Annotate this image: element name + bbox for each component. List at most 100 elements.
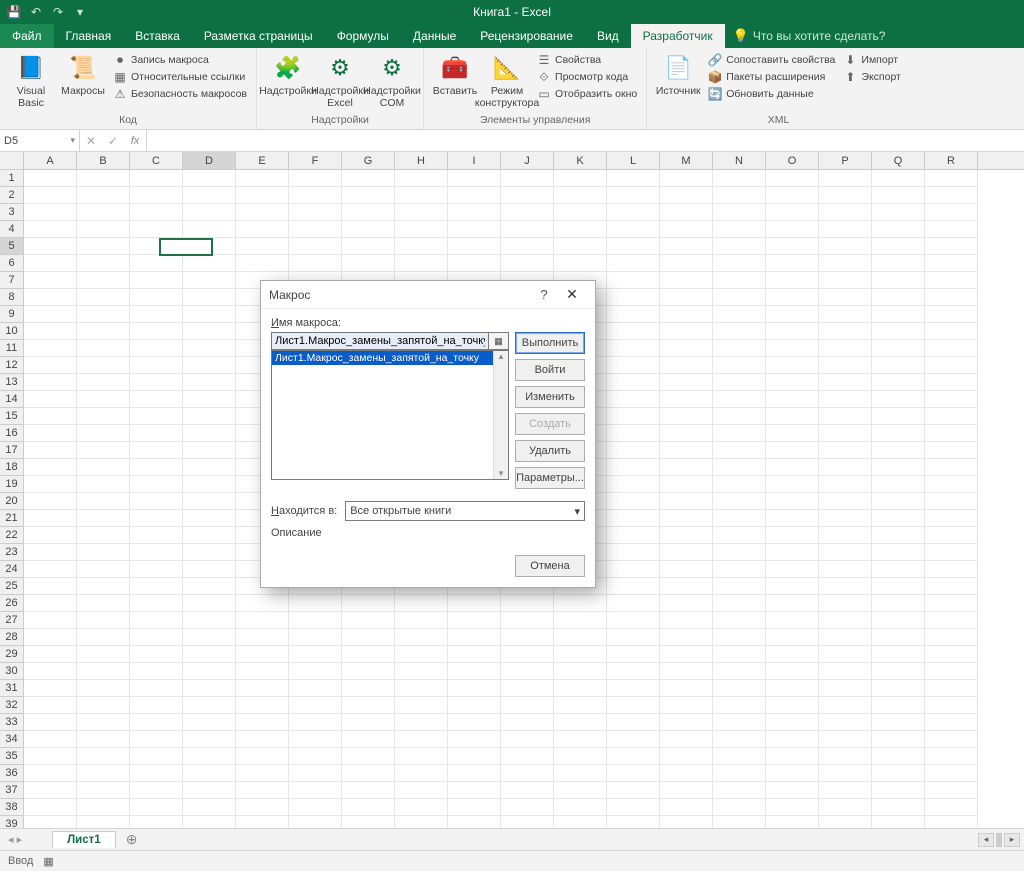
row-header-14[interactable]: 14: [0, 391, 23, 408]
cell[interactable]: [395, 204, 448, 221]
cell[interactable]: [819, 459, 872, 476]
row-header-33[interactable]: 33: [0, 714, 23, 731]
cell[interactable]: [872, 646, 925, 663]
cell[interactable]: [819, 612, 872, 629]
cell[interactable]: [872, 357, 925, 374]
cell[interactable]: [766, 408, 819, 425]
cell[interactable]: [183, 391, 236, 408]
row-header-32[interactable]: 32: [0, 697, 23, 714]
cell[interactable]: [24, 612, 77, 629]
cell[interactable]: [24, 697, 77, 714]
cell[interactable]: [872, 425, 925, 442]
cell[interactable]: [819, 255, 872, 272]
cell[interactable]: [660, 408, 713, 425]
cell[interactable]: [713, 731, 766, 748]
cell[interactable]: [607, 816, 660, 828]
cell[interactable]: [766, 799, 819, 816]
cell[interactable]: [395, 170, 448, 187]
cell[interactable]: [24, 459, 77, 476]
macro-pick-icon[interactable]: ▦: [489, 332, 509, 350]
cell[interactable]: [130, 442, 183, 459]
cell[interactable]: [819, 238, 872, 255]
selected-cell[interactable]: [159, 238, 213, 256]
cell[interactable]: [713, 374, 766, 391]
cell[interactable]: [766, 782, 819, 799]
cell[interactable]: [130, 510, 183, 527]
cell[interactable]: [130, 731, 183, 748]
cell[interactable]: [925, 391, 978, 408]
cell[interactable]: [24, 238, 77, 255]
relative-refs-button[interactable]: ▦Относительные ссылки: [110, 69, 250, 85]
cell[interactable]: [236, 731, 289, 748]
cell[interactable]: [660, 561, 713, 578]
cell[interactable]: [766, 816, 819, 828]
row-header-12[interactable]: 12: [0, 357, 23, 374]
save-icon[interactable]: 💾: [6, 4, 22, 20]
cell[interactable]: [713, 663, 766, 680]
cell[interactable]: [130, 544, 183, 561]
row-header-30[interactable]: 30: [0, 663, 23, 680]
cell[interactable]: [766, 510, 819, 527]
cell[interactable]: [130, 221, 183, 238]
col-header-H[interactable]: H: [395, 152, 448, 169]
cell[interactable]: [183, 646, 236, 663]
cell[interactable]: [289, 646, 342, 663]
cell[interactable]: [607, 595, 660, 612]
cell[interactable]: [289, 170, 342, 187]
cell[interactable]: [130, 646, 183, 663]
cell[interactable]: [130, 714, 183, 731]
cell[interactable]: [77, 731, 130, 748]
cell[interactable]: [77, 442, 130, 459]
cell[interactable]: [766, 578, 819, 595]
row-header-24[interactable]: 24: [0, 561, 23, 578]
qat-more-icon[interactable]: ▾: [72, 4, 88, 20]
cell[interactable]: [130, 595, 183, 612]
row-header-5[interactable]: 5: [0, 238, 23, 255]
cell[interactable]: [77, 561, 130, 578]
visual-basic-button[interactable]: 📘 Visual Basic: [6, 50, 56, 111]
cell[interactable]: [660, 221, 713, 238]
cell[interactable]: [289, 731, 342, 748]
cell[interactable]: [236, 629, 289, 646]
cell[interactable]: [713, 238, 766, 255]
cell[interactable]: [660, 238, 713, 255]
cell[interactable]: [130, 357, 183, 374]
col-header-P[interactable]: P: [819, 152, 872, 169]
col-header-N[interactable]: N: [713, 152, 766, 169]
cell[interactable]: [607, 374, 660, 391]
cell[interactable]: [236, 204, 289, 221]
row-header-26[interactable]: 26: [0, 595, 23, 612]
cell[interactable]: [607, 578, 660, 595]
cell[interactable]: [554, 255, 607, 272]
cell[interactable]: [501, 799, 554, 816]
cell[interactable]: [130, 816, 183, 828]
cell[interactable]: [872, 731, 925, 748]
cell[interactable]: [925, 680, 978, 697]
cell[interactable]: [713, 510, 766, 527]
cell[interactable]: [872, 476, 925, 493]
cell[interactable]: [819, 272, 872, 289]
cell[interactable]: [660, 204, 713, 221]
cell[interactable]: [236, 765, 289, 782]
cell[interactable]: [607, 799, 660, 816]
cell[interactable]: [766, 697, 819, 714]
cell[interactable]: [183, 714, 236, 731]
cell[interactable]: [448, 238, 501, 255]
cell[interactable]: [925, 578, 978, 595]
cell[interactable]: [448, 612, 501, 629]
cell[interactable]: [289, 663, 342, 680]
cell[interactable]: [395, 629, 448, 646]
cell[interactable]: [554, 204, 607, 221]
cell[interactable]: [24, 527, 77, 544]
list-scrollbar[interactable]: ▴▾: [493, 351, 508, 479]
cell[interactable]: [342, 221, 395, 238]
cell[interactable]: [130, 425, 183, 442]
cell[interactable]: [819, 816, 872, 828]
cell[interactable]: [660, 170, 713, 187]
cancel-formula-icon[interactable]: ✕: [80, 134, 102, 148]
cell[interactable]: [342, 748, 395, 765]
add-sheet-button[interactable]: ⊕: [122, 830, 142, 850]
cell[interactable]: [607, 289, 660, 306]
scroll-left-icon[interactable]: ◂: [978, 833, 994, 847]
cell[interactable]: [183, 255, 236, 272]
